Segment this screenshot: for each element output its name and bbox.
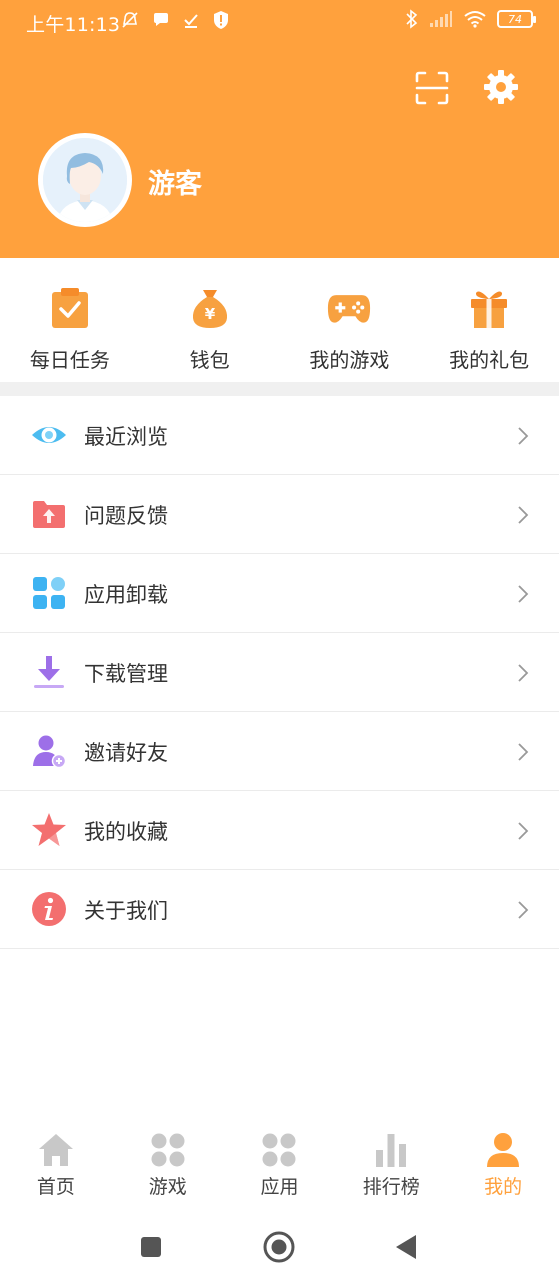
- menu-label: 下载管理: [84, 662, 168, 686]
- quick-daily-tasks[interactable]: 每日任务: [0, 258, 140, 382]
- menu-item-favorites[interactable]: 我的收藏: [0, 791, 559, 870]
- section-divider: [0, 382, 559, 396]
- chevron-right-icon: [518, 585, 529, 603]
- home-circle-icon[interactable]: [262, 1230, 296, 1264]
- status-system-icons: 74: [405, 9, 536, 29]
- menu-item-recent[interactable]: 最近浏览: [0, 396, 559, 475]
- menu-list: 最近浏览 问题反馈 应用卸载 下载管理 邀请好友 我的收藏 关于我们: [0, 396, 559, 949]
- tab-games[interactable]: 游戏: [112, 1118, 224, 1213]
- gift-icon: [471, 291, 508, 328]
- app-grid-icon: [33, 577, 65, 609]
- quick-my-gifts[interactable]: 我的礼包: [419, 258, 559, 382]
- wifi-icon: [464, 11, 486, 28]
- menu-item-downloads[interactable]: 下载管理: [0, 633, 559, 712]
- chevron-right-icon: [518, 822, 529, 840]
- menu-label: 问题反馈: [84, 504, 168, 528]
- quick-label: 我的礼包: [449, 348, 530, 372]
- svg-text:¥: ¥: [204, 305, 215, 323]
- menu-item-uninstall[interactable]: 应用卸载: [0, 554, 559, 633]
- info-icon: [32, 892, 66, 926]
- system-navigation-bar: [0, 1213, 559, 1280]
- person-icon: [487, 1133, 520, 1167]
- menu-label: 应用卸载: [84, 583, 168, 607]
- chevron-right-icon: [518, 506, 529, 524]
- username[interactable]: 游客: [148, 162, 202, 201]
- chevron-right-icon: [518, 743, 529, 761]
- tab-ranking[interactable]: 排行榜: [335, 1118, 447, 1213]
- apps-grid-icon: [262, 1133, 296, 1167]
- tab-label: 应用: [260, 1176, 299, 1198]
- quick-label: 每日任务: [29, 348, 110, 372]
- status-bar: 上午11:13 74: [0, 0, 559, 44]
- home-icon: [38, 1134, 73, 1166]
- chevron-right-icon: [518, 427, 529, 445]
- eye-icon: [32, 427, 66, 443]
- star-icon: [32, 813, 66, 846]
- money-bag-icon: ¥: [192, 290, 227, 328]
- gear-icon[interactable]: [482, 68, 520, 106]
- battery-indicator: 74: [497, 10, 536, 28]
- tab-label: 我的: [484, 1176, 523, 1198]
- tab-label: 游戏: [148, 1176, 187, 1198]
- bottom-tab-bar: 首页 游戏 应用 排行榜 我的: [0, 1118, 559, 1213]
- add-user-icon: [33, 735, 67, 769]
- quick-actions: 每日任务 ¥ 钱包 我的游戏 我的礼包: [0, 258, 559, 382]
- menu-label: 最近浏览: [84, 425, 168, 449]
- quick-label: 钱包: [189, 348, 230, 372]
- shield-alert-icon: [214, 11, 228, 29]
- check-download-icon: [184, 14, 198, 28]
- quick-my-games[interactable]: 我的游戏: [280, 258, 420, 382]
- profile-header: 上午11:13 74 游客: [0, 0, 559, 258]
- menu-label: 我的收藏: [84, 820, 168, 844]
- menu-label: 关于我们: [84, 899, 168, 923]
- bar-chart-icon: [376, 1134, 407, 1167]
- menu-label: 邀请好友: [84, 741, 168, 765]
- recent-apps-icon[interactable]: [134, 1230, 168, 1264]
- menu-item-about[interactable]: 关于我们: [0, 870, 559, 949]
- quick-label: 我的游戏: [309, 348, 390, 372]
- signal-icon: [430, 11, 452, 27]
- chevron-right-icon: [518, 901, 529, 919]
- default-avatar-icon: [43, 138, 127, 222]
- chevron-right-icon: [518, 664, 529, 682]
- folder-upload-icon: [33, 501, 65, 528]
- gamepad-icon: [328, 295, 371, 323]
- status-time: 上午11:13: [26, 14, 121, 36]
- status-notification-icons: [120, 10, 230, 30]
- games-grid-icon: [151, 1133, 185, 1167]
- back-triangle-icon[interactable]: [390, 1230, 424, 1264]
- avatar[interactable]: [38, 133, 132, 227]
- tab-label: 排行榜: [362, 1176, 420, 1198]
- clipboard-check-icon: [51, 288, 88, 328]
- tab-label: 首页: [36, 1176, 75, 1198]
- mute-bell-icon: [122, 12, 138, 28]
- bluetooth-icon: [406, 9, 418, 29]
- scan-icon[interactable]: [414, 70, 450, 106]
- menu-item-feedback[interactable]: 问题反馈: [0, 475, 559, 554]
- battery-level: 74: [508, 12, 522, 26]
- tab-home[interactable]: 首页: [0, 1118, 112, 1213]
- tab-apps[interactable]: 应用: [224, 1118, 336, 1213]
- download-icon: [34, 656, 64, 688]
- message-bubble-icon: [154, 13, 168, 26]
- tab-mine[interactable]: 我的: [447, 1118, 559, 1213]
- quick-wallet[interactable]: ¥ 钱包: [140, 258, 280, 382]
- menu-item-invite[interactable]: 邀请好友: [0, 712, 559, 791]
